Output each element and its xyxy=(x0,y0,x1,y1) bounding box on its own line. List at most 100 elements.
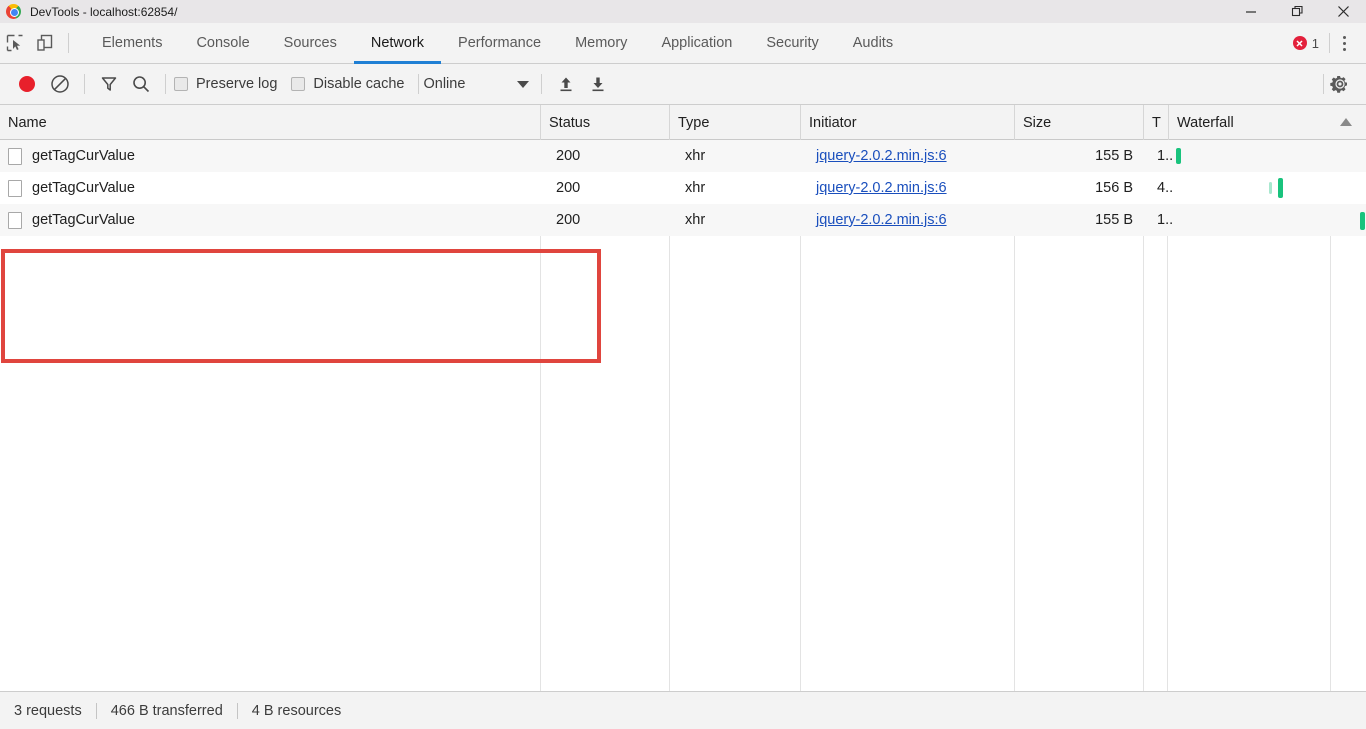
error-badge[interactable]: 1 xyxy=(1292,35,1329,51)
chrome-logo-icon xyxy=(6,4,21,19)
column-header-type[interactable]: Type xyxy=(669,105,800,140)
tab-label: Application xyxy=(661,35,733,51)
window-titlebar: DevTools - localhost:62854/ xyxy=(0,0,1366,23)
toolbar-divider xyxy=(418,74,420,94)
tab-label: Performance xyxy=(458,35,542,51)
initiator-link[interactable]: jquery-2.0.2.min.js:6 xyxy=(816,180,947,196)
minimize-icon[interactable] xyxy=(1228,0,1274,23)
tab-label: Security xyxy=(766,35,819,51)
record-button[interactable] xyxy=(19,76,35,92)
status-divider xyxy=(95,702,97,719)
search-icon[interactable] xyxy=(125,69,157,99)
throttling-select[interactable]: Online xyxy=(423,76,530,92)
document-icon xyxy=(8,211,22,229)
column-label: Name xyxy=(8,114,47,131)
column-label: Initiator xyxy=(809,114,857,131)
tab-security[interactable]: Security xyxy=(749,23,835,64)
cell-size: 155 B xyxy=(1095,212,1133,228)
column-header-waterfall[interactable]: Waterfall xyxy=(1168,105,1366,140)
table-header-row: Name Status Type Initiator Size T Waterf… xyxy=(0,105,1366,140)
cell-size: 156 B xyxy=(1095,180,1133,196)
cell-status: 200 xyxy=(556,148,581,164)
error-circle-icon xyxy=(1292,36,1307,50)
restore-icon[interactable] xyxy=(1274,0,1320,23)
column-header-time[interactable]: T xyxy=(1143,105,1168,140)
filter-funnel-icon[interactable] xyxy=(93,69,125,99)
cell-status: 200 xyxy=(556,180,581,196)
window-controls xyxy=(1228,0,1366,23)
cell-name: getTagCurValue xyxy=(0,204,540,236)
cell-name: getTagCurValue xyxy=(0,140,540,172)
tab-label: Console xyxy=(196,35,250,51)
disable-cache-checkbox[interactable]: Disable cache xyxy=(291,76,404,92)
initiator-link[interactable]: jquery-2.0.2.min.js:6 xyxy=(816,148,947,164)
more-vertical-icon[interactable] xyxy=(1330,29,1358,57)
tab-network[interactable]: Network xyxy=(353,23,442,64)
table-row[interactable]: getTagCurValue 200 xhr jquery-2.0.2.min.… xyxy=(0,172,1366,204)
chevron-down-icon xyxy=(517,80,530,88)
cell-name: getTagCurValue xyxy=(0,172,540,204)
throttling-value: Online xyxy=(423,76,466,92)
cell-type: xhr xyxy=(685,148,706,164)
document-icon xyxy=(8,179,22,197)
toolbar-divider xyxy=(541,74,543,94)
waterfall-bar-latency xyxy=(1269,182,1272,194)
cell-initiator[interactable]: jquery-2.0.2.min.js:6 xyxy=(808,140,1014,172)
network-requests-table: Name Status Type Initiator Size T Waterf… xyxy=(0,105,1366,691)
column-header-name[interactable]: Name xyxy=(0,105,540,140)
column-header-status[interactable]: Status xyxy=(540,105,669,140)
toolbar-divider xyxy=(84,74,85,94)
tab-label: Elements xyxy=(102,35,163,51)
toolbar-right xyxy=(1323,69,1366,99)
table-row[interactable]: getTagCurValue 200 xhr jquery-2.0.2.min.… xyxy=(0,140,1366,172)
column-label: Type xyxy=(678,114,710,131)
tab-performance[interactable]: Performance xyxy=(441,23,558,64)
document-icon xyxy=(8,147,22,165)
import-har-icon[interactable] xyxy=(550,69,582,99)
resources-size: 4 B resources xyxy=(251,702,342,719)
devtools-tabs: Elements Console Sources Network Perform… xyxy=(85,23,910,64)
waterfall-bar xyxy=(1360,212,1365,230)
tab-sources[interactable]: Sources xyxy=(267,23,354,64)
tab-label: Memory xyxy=(575,35,628,51)
window-title: DevTools - localhost:62854/ xyxy=(30,4,178,19)
sort-ascending-icon[interactable] xyxy=(1340,118,1352,126)
disable-cache-label: Disable cache xyxy=(313,76,405,92)
column-label: Waterfall xyxy=(1177,114,1234,131)
cell-initiator[interactable]: jquery-2.0.2.min.js:6 xyxy=(808,172,1014,204)
initiator-link[interactable]: jquery-2.0.2.min.js:6 xyxy=(816,212,947,228)
column-label: Status xyxy=(549,114,591,131)
devtools-tabbar: Elements Console Sources Network Perform… xyxy=(0,23,1366,64)
tab-application[interactable]: Application xyxy=(644,23,749,64)
tab-label: Sources xyxy=(283,35,337,51)
export-har-icon[interactable] xyxy=(582,69,614,99)
toolbar-divider xyxy=(165,74,166,94)
checkbox-box xyxy=(291,77,306,91)
network-toolbar: Preserve log Disable cache Online xyxy=(0,64,1366,105)
tab-memory[interactable]: Memory xyxy=(558,23,644,64)
inspect-element-icon[interactable] xyxy=(0,29,30,57)
waterfall-bar xyxy=(1176,148,1181,164)
clear-icon[interactable] xyxy=(44,69,76,99)
tab-console[interactable]: Console xyxy=(179,23,266,64)
status-divider xyxy=(236,702,238,719)
tab-audits[interactable]: Audits xyxy=(836,23,910,64)
close-icon[interactable] xyxy=(1320,0,1366,23)
error-count: 1 xyxy=(1311,35,1319,51)
cell-initiator[interactable]: jquery-2.0.2.min.js:6 xyxy=(808,204,1014,236)
preserve-log-checkbox[interactable]: Preserve log xyxy=(174,76,277,92)
column-header-initiator[interactable]: Initiator xyxy=(800,105,1014,140)
column-header-size[interactable]: Size xyxy=(1014,105,1143,140)
request-name: getTagCurValue xyxy=(32,212,135,228)
tab-label: Audits xyxy=(852,35,894,51)
tab-elements[interactable]: Elements xyxy=(85,23,179,64)
column-label: T xyxy=(1152,114,1161,131)
request-name: getTagCurValue xyxy=(32,148,135,164)
gear-icon[interactable] xyxy=(1324,69,1356,99)
waterfall-bar xyxy=(1278,178,1283,198)
device-toolbar-icon[interactable] xyxy=(30,29,60,57)
table-row[interactable]: getTagCurValue 200 xhr jquery-2.0.2.min.… xyxy=(0,204,1366,236)
cell-waterfall xyxy=(1168,172,1366,204)
cell-type: xhr xyxy=(685,180,706,196)
request-name: getTagCurValue xyxy=(32,180,135,196)
